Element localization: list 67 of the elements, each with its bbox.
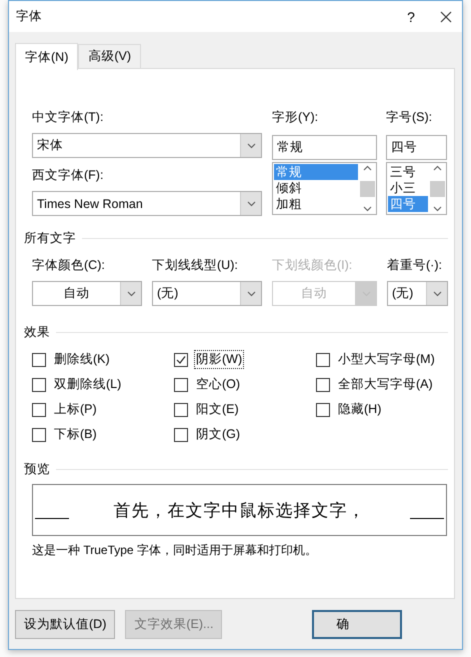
- field-label: 中文字体(T):: [32, 109, 104, 125]
- list-option[interactable]: 倾斜: [274, 180, 358, 196]
- field-label: 字形(Y):: [272, 109, 320, 125]
- section-heading: 预览: [24, 461, 448, 478]
- chevron-icon: [432, 290, 442, 296]
- checkbox[interactable]: [316, 402, 330, 416]
- chevron-icon: [246, 200, 256, 206]
- tab[interactable]: 高级(V): [78, 44, 142, 68]
- input-field[interactable]: 常规: [272, 135, 377, 160]
- tab[interactable]: 字体(N): [15, 43, 78, 70]
- list-option[interactable]: 加粗: [274, 196, 358, 212]
- chevron-icon: [246, 290, 256, 296]
- checkbox-label[interactable]: 隐藏(H): [336, 400, 384, 419]
- scroll-up-icon[interactable]: [433, 165, 442, 171]
- dropdown[interactable]: 宋体: [32, 133, 262, 158]
- scroll-up-icon[interactable]: [363, 165, 372, 171]
- chevron-icon: [126, 290, 136, 296]
- window-title: 字体: [16, 8, 43, 25]
- dropdown[interactable]: (无): [387, 281, 448, 306]
- checkbox[interactable]: [316, 378, 330, 392]
- field-label: 着重号(·):: [387, 257, 443, 273]
- checkbox[interactable]: [32, 428, 46, 442]
- font-note: 这是一种 TrueType 字体，同时适用于屏幕和打印机。: [32, 542, 318, 559]
- list-option[interactable]: 三号: [388, 164, 428, 180]
- checkbox-label[interactable]: 删除线(K): [52, 350, 112, 369]
- dropdown[interactable]: (无): [152, 281, 262, 306]
- check-icon: [176, 354, 186, 364]
- checkbox-label[interactable]: 小型大写字母(M): [336, 350, 437, 369]
- list-option[interactable]: 小三: [388, 180, 428, 196]
- section-heading: 所有文字: [24, 230, 448, 247]
- checkbox[interactable]: [174, 378, 188, 392]
- checkbox-label[interactable]: 双删除线(L): [52, 375, 124, 394]
- section-heading: 效果: [24, 324, 448, 341]
- checkbox[interactable]: [174, 428, 188, 442]
- checkbox-label[interactable]: 下标(B): [52, 425, 99, 444]
- checkbox[interactable]: [174, 352, 188, 366]
- preview-text: 首先，在文字中鼠标选择文字，: [114, 500, 366, 522]
- field-label: 下划线线型(U):: [152, 257, 239, 273]
- checkbox-label[interactable]: 空心(O): [194, 375, 242, 394]
- input-field[interactable]: 四号: [386, 135, 447, 160]
- dialog-button[interactable]: 确: [312, 610, 402, 639]
- checkbox[interactable]: [174, 402, 188, 416]
- checkbox-label[interactable]: 上标(P): [52, 400, 99, 419]
- help-button[interactable]: ?: [396, 8, 426, 24]
- scrollbar[interactable]: [359, 163, 376, 214]
- close-icon[interactable]: [440, 10, 452, 22]
- field-label: 西文字体(F):: [32, 167, 104, 183]
- chevron-icon: [246, 142, 256, 148]
- checkbox[interactable]: [32, 352, 46, 366]
- field-label: 下划线颜色(I):: [272, 257, 354, 273]
- field-label: 字号(S):: [386, 109, 434, 125]
- checkbox[interactable]: [32, 402, 46, 416]
- scroll-down-icon[interactable]: [363, 206, 372, 212]
- dropdown[interactable]: Times New Roman: [32, 191, 262, 216]
- dropdown[interactable]: 自动: [32, 281, 142, 306]
- checkbox[interactable]: [32, 378, 46, 392]
- checkbox-label[interactable]: 阳文(E): [194, 400, 241, 419]
- field-label: 字体颜色(C):: [32, 257, 106, 273]
- dialog-button[interactable]: 设为默认值(D): [15, 610, 116, 639]
- scroll-down-icon[interactable]: [433, 206, 442, 212]
- list-box[interactable]: 三号 小三 四号: [386, 162, 447, 215]
- checkbox[interactable]: [316, 352, 330, 366]
- scrollbar[interactable]: [429, 163, 446, 214]
- checkbox-label[interactable]: 阴文(G): [194, 425, 242, 444]
- checkbox-label[interactable]: 全部大写字母(A): [336, 375, 435, 394]
- checkbox-label[interactable]: 阴影(W): [194, 350, 244, 369]
- list-box[interactable]: 常规 倾斜 加粗: [272, 162, 377, 215]
